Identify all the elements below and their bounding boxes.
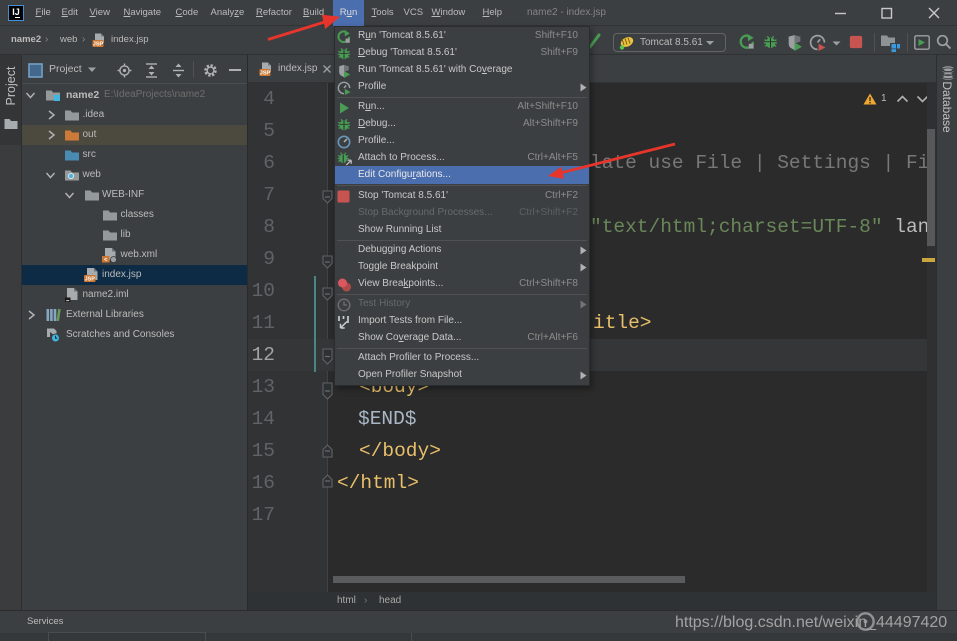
- svg-text:<: <: [104, 257, 108, 263]
- svg-text:JSP: JSP: [260, 71, 271, 77]
- svg-text:JSP: JSP: [85, 277, 96, 283]
- svg-text:JSP: JSP: [93, 42, 104, 48]
